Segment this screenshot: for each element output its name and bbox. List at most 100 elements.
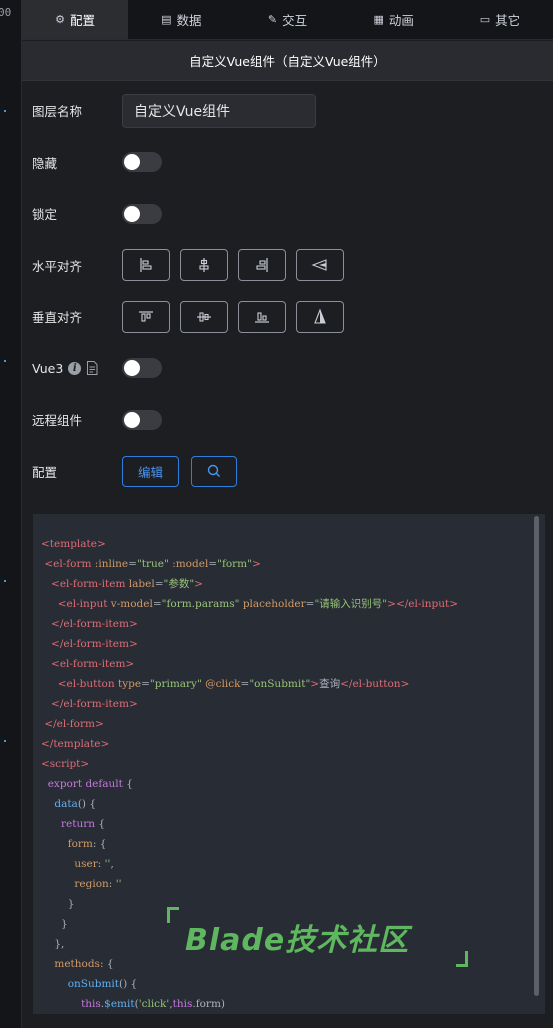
- editor-scrollbar[interactable]: [534, 516, 539, 996]
- canvas-dot: [4, 110, 6, 112]
- code-token: form: [67, 838, 93, 850]
- code-line: </el-form-item>: [41, 634, 545, 654]
- code-token: </el-form-item>: [51, 618, 138, 630]
- gear-icon: ⚙: [55, 13, 66, 26]
- vue3-label-group: Vue3 i: [32, 361, 122, 376]
- layer-name-input[interactable]: [122, 93, 316, 128]
- tab-label: 配置: [70, 13, 96, 28]
- info-icon[interactable]: i: [68, 361, 82, 375]
- watermark: Blade技术社区: [165, 905, 470, 969]
- align-left-icon: [140, 258, 152, 273]
- code-line: </el-form>: [41, 714, 545, 734]
- tab-other[interactable]: ▭ 其它: [447, 0, 553, 39]
- database-icon: ▤: [161, 13, 172, 26]
- locked-row: 锁定: [32, 188, 553, 240]
- code-token: region: [74, 878, 109, 890]
- code-line: this.$emit('click',this.form): [41, 994, 545, 1014]
- code-token: @click: [205, 678, 241, 690]
- code-token: =: [240, 678, 250, 690]
- code-token: :: [97, 858, 105, 870]
- code-line: </el-form-item>: [41, 614, 545, 634]
- v-distribute-button[interactable]: [296, 300, 344, 333]
- align-middle-icon: [197, 312, 211, 322]
- tab-label: 数据: [176, 13, 202, 28]
- code-token: <el-form: [44, 558, 92, 570]
- tab-config[interactable]: ⚙ 配置: [22, 0, 129, 39]
- tab-label: 其它: [495, 13, 521, 28]
- remote-row: 远程组件: [32, 394, 553, 446]
- tab-label: 交互: [282, 13, 308, 28]
- align-bottom-button[interactable]: [238, 300, 286, 333]
- code-token: :model: [172, 558, 209, 570]
- code-token: label: [128, 578, 155, 590]
- h-align-group: [122, 249, 344, 282]
- search-button[interactable]: [191, 455, 238, 487]
- switch-knob: [124, 360, 140, 377]
- watermark-bracket: [167, 907, 179, 923]
- document-icon[interactable]: [86, 361, 98, 376]
- hidden-switch[interactable]: [122, 152, 162, 173]
- vue3-label: Vue3: [32, 360, 64, 376]
- code-token: <script>: [41, 758, 90, 770]
- code-token: =: [128, 558, 137, 570]
- h-distribute-button[interactable]: [296, 249, 344, 282]
- film-icon: ▦: [373, 13, 384, 26]
- align-top-button[interactable]: [122, 300, 170, 333]
- code-token: }: [41, 918, 68, 930]
- watermark-text: Blade技术社区: [185, 923, 410, 958]
- code-line: </el-form-item>: [41, 694, 545, 714]
- remote-switch[interactable]: [122, 409, 162, 430]
- edit-button[interactable]: 编辑: [122, 455, 180, 487]
- code-token: "true": [136, 558, 169, 570]
- canvas-dot: [4, 740, 6, 742]
- code-line: <el-input v-model="form.params" placehol…: [41, 594, 545, 614]
- switch-knob: [124, 411, 140, 428]
- align-left-button[interactable]: [122, 249, 170, 282]
- code-token: <el-input: [57, 598, 108, 610]
- code-token: >: [310, 678, 320, 690]
- ruler-label: 00: [0, 6, 12, 19]
- code-token: data: [54, 798, 78, 810]
- align-middle-button[interactable]: [180, 300, 228, 333]
- code-token: ,: [110, 858, 114, 870]
- code-token: </el-form-item>: [51, 698, 138, 710]
- h-align-row: 水平对齐: [32, 240, 553, 292]
- code-line: return {: [41, 814, 545, 834]
- config-row: 配置 编辑: [32, 446, 553, 498]
- tab-interaction[interactable]: ✎ 交互: [234, 0, 340, 39]
- align-right-button[interactable]: [238, 249, 286, 282]
- code-token: 'click': [138, 998, 170, 1010]
- panel-tabs: ⚙ 配置 ▤ 数据 ✎ 交互 ▦ 动画 ▭ 其它: [22, 0, 553, 40]
- locked-switch[interactable]: [122, 203, 162, 224]
- hidden-row: 隐藏: [32, 137, 553, 189]
- code-token: : {: [99, 958, 114, 970]
- section-title: 自定义Vue组件（自定义Vue组件）: [22, 41, 553, 81]
- code-line: data() {: [41, 794, 545, 814]
- tab-animation[interactable]: ▦ 动画: [341, 0, 447, 39]
- v-align-row: 垂直对齐: [32, 291, 553, 343]
- switch-knob: [124, 205, 140, 222]
- code-token: >: [194, 578, 203, 590]
- code-token: user: [74, 858, 98, 870]
- code-token: <el-button: [57, 678, 115, 690]
- code-token: v-model: [110, 598, 153, 610]
- code-token: type: [117, 678, 142, 690]
- code-token: <el-form-item>: [51, 658, 135, 670]
- code-token: }: [41, 898, 75, 910]
- config-panel: ⚙ 配置 ▤ 数据 ✎ 交互 ▦ 动画 ▭ 其它 自定义Vue组件（自定义Vue…: [22, 0, 553, 1028]
- hidden-label: 隐藏: [32, 155, 58, 171]
- tab-data[interactable]: ▤ 数据: [128, 0, 234, 39]
- align-bottom-icon: [255, 312, 269, 323]
- code-token: =: [154, 578, 164, 590]
- vue3-switch[interactable]: [122, 358, 162, 379]
- code-token: $emit: [104, 998, 135, 1010]
- code-token: <template>: [41, 538, 106, 550]
- edit-icon: ✎: [267, 13, 278, 26]
- align-center-button[interactable]: [180, 249, 228, 282]
- code-token: '': [115, 878, 122, 890]
